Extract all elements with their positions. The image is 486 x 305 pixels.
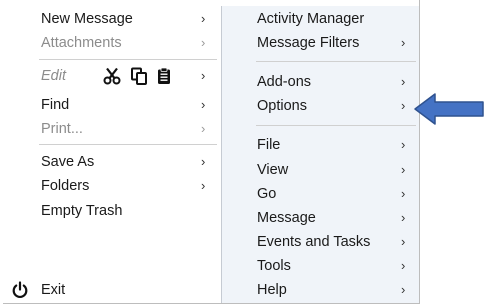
menu-separator (256, 61, 416, 62)
menu-item-attachments[interactable]: Attachments › (3, 32, 221, 54)
submenu-chevron-icon: › (401, 137, 406, 152)
menu-item-label: Print... (41, 121, 83, 137)
submenu-chevron-icon: › (401, 186, 406, 201)
menu-item-folders[interactable]: Folders › (3, 175, 221, 197)
menu-item-activity-manager[interactable]: Activity Manager (222, 8, 419, 30)
menu-item-label: Empty Trash (41, 203, 123, 219)
submenu-chevron-icon: › (201, 11, 206, 26)
menu-item-label: Exit (41, 282, 66, 298)
menu-item-save-as[interactable]: Save As › (3, 151, 221, 173)
menu-item-label: Options (257, 98, 307, 114)
submenu-chevron-icon: › (201, 97, 206, 112)
menu-item-view[interactable]: View › (222, 159, 419, 181)
menu-item-go[interactable]: Go › (222, 183, 419, 205)
menu-item-label: Message Filters (257, 35, 360, 51)
menu-item-file[interactable]: File › (222, 134, 419, 156)
menu-item-label: Help (257, 282, 287, 298)
submenu-chevron-icon: › (401, 162, 406, 177)
menu-item-label: Activity Manager (257, 11, 365, 27)
main-menu-pane: New Message › Attachments › Edit › Find (3, 0, 221, 303)
menu-item-label: Message (257, 210, 316, 226)
submenu-pane: Activity Manager Message Filters › Add-o… (221, 6, 419, 303)
menu-item-new-message[interactable]: New Message › (3, 8, 221, 30)
menu-item-label: Edit (41, 68, 66, 84)
copy-icon[interactable] (130, 67, 148, 85)
submenu-chevron-icon: › (401, 258, 406, 273)
submenu-chevron-icon: › (201, 154, 206, 169)
menu-item-label: File (257, 137, 281, 153)
menu-separator (39, 59, 217, 60)
menu-item-label: Add-ons (257, 74, 312, 90)
menu-item-label: Events and Tasks (257, 234, 371, 250)
menu-item-tools[interactable]: Tools › (222, 255, 419, 277)
menu-item-label: Tools (257, 258, 291, 274)
menu-item-label: Go (257, 186, 277, 202)
menu-item-events-and-tasks[interactable]: Events and Tasks › (222, 231, 419, 253)
submenu-chevron-icon: › (201, 35, 206, 50)
submenu-chevron-icon: › (401, 234, 406, 249)
submenu-chevron-icon: › (201, 121, 206, 136)
menu-item-label: Attachments (41, 35, 122, 51)
submenu-chevron-icon: › (401, 98, 406, 113)
paste-icon[interactable] (155, 67, 173, 85)
submenu-chevron-icon: › (401, 210, 406, 225)
menu-item-label: Find (41, 97, 70, 113)
menu-item-label: Save As (41, 154, 95, 170)
menu-item-find[interactable]: Find › (3, 94, 221, 116)
menu-item-message[interactable]: Message › (222, 207, 419, 229)
menu-item-exit[interactable]: Exit (3, 279, 221, 301)
menu-item-print[interactable]: Print... › (3, 118, 221, 140)
menu-separator (256, 125, 416, 126)
cut-icon[interactable] (103, 67, 121, 85)
menu-item-options[interactable]: Options › (222, 95, 419, 117)
submenu-chevron-icon: › (401, 35, 406, 50)
menu-item-help[interactable]: Help › (222, 279, 419, 301)
menu-separator (39, 144, 217, 145)
menu-item-empty-trash[interactable]: Empty Trash (3, 200, 221, 222)
submenu-chevron-icon: › (401, 282, 406, 297)
menu-item-add-ons[interactable]: Add-ons › (222, 71, 419, 93)
submenu-chevron-icon: › (401, 74, 406, 89)
menu-item-message-filters[interactable]: Message Filters › (222, 32, 419, 54)
submenu-chevron-icon: › (201, 178, 206, 193)
power-icon (12, 281, 28, 299)
menu-item-label: New Message (41, 11, 133, 27)
submenu-chevron-icon: › (201, 68, 206, 83)
menu-item-edit[interactable]: Edit › (3, 65, 221, 87)
menu-item-label: View (257, 162, 289, 178)
annotation-arrow-icon (414, 93, 484, 125)
menu-item-label: Folders (41, 178, 90, 194)
